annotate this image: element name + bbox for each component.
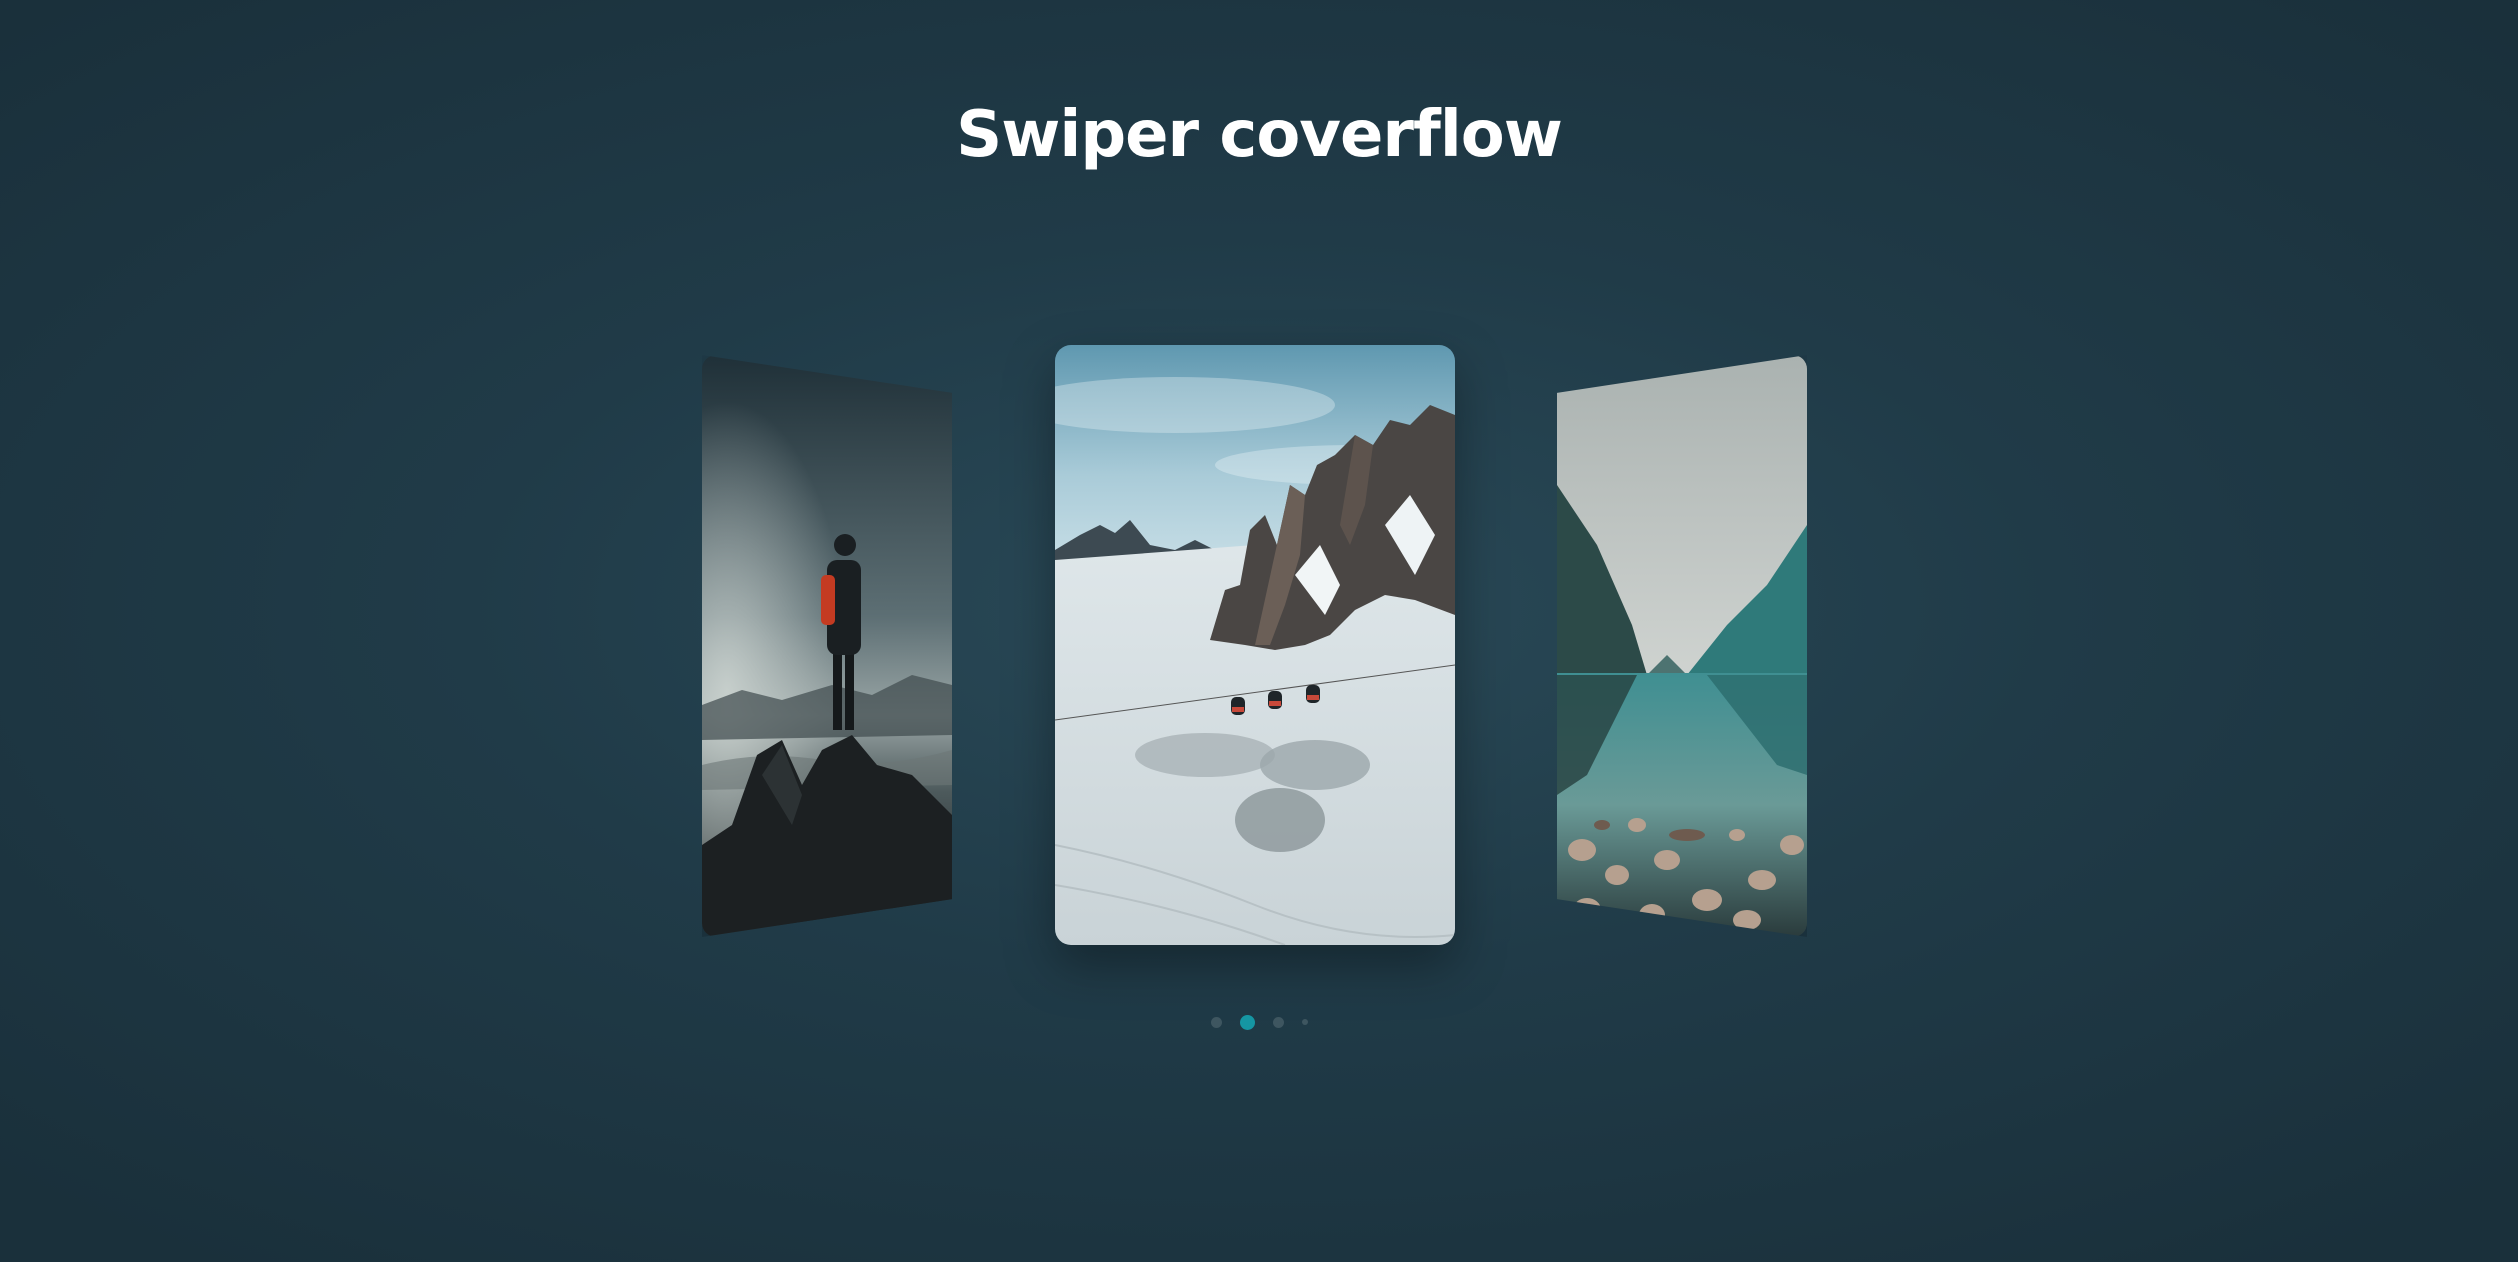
snowy-mountain-cable-car-image	[1055, 345, 1455, 945]
hiker-on-rock-image	[702, 355, 952, 937]
pagination-dot-4[interactable]	[1301, 1019, 1308, 1025]
pagination-dot-1[interactable]	[1210, 1016, 1222, 1028]
slide-previous[interactable]	[702, 355, 952, 937]
pagination-dot-3[interactable]	[1272, 1016, 1284, 1028]
slide-next[interactable]	[1557, 355, 1807, 937]
mountain-lake-reflection-image	[1557, 355, 1807, 937]
pagination-dot-2-active[interactable]	[1239, 1014, 1255, 1030]
pagination	[0, 1012, 2518, 1032]
page-title: Swiper coverflow	[956, 98, 1563, 172]
slide-active[interactable]	[1055, 345, 1455, 945]
